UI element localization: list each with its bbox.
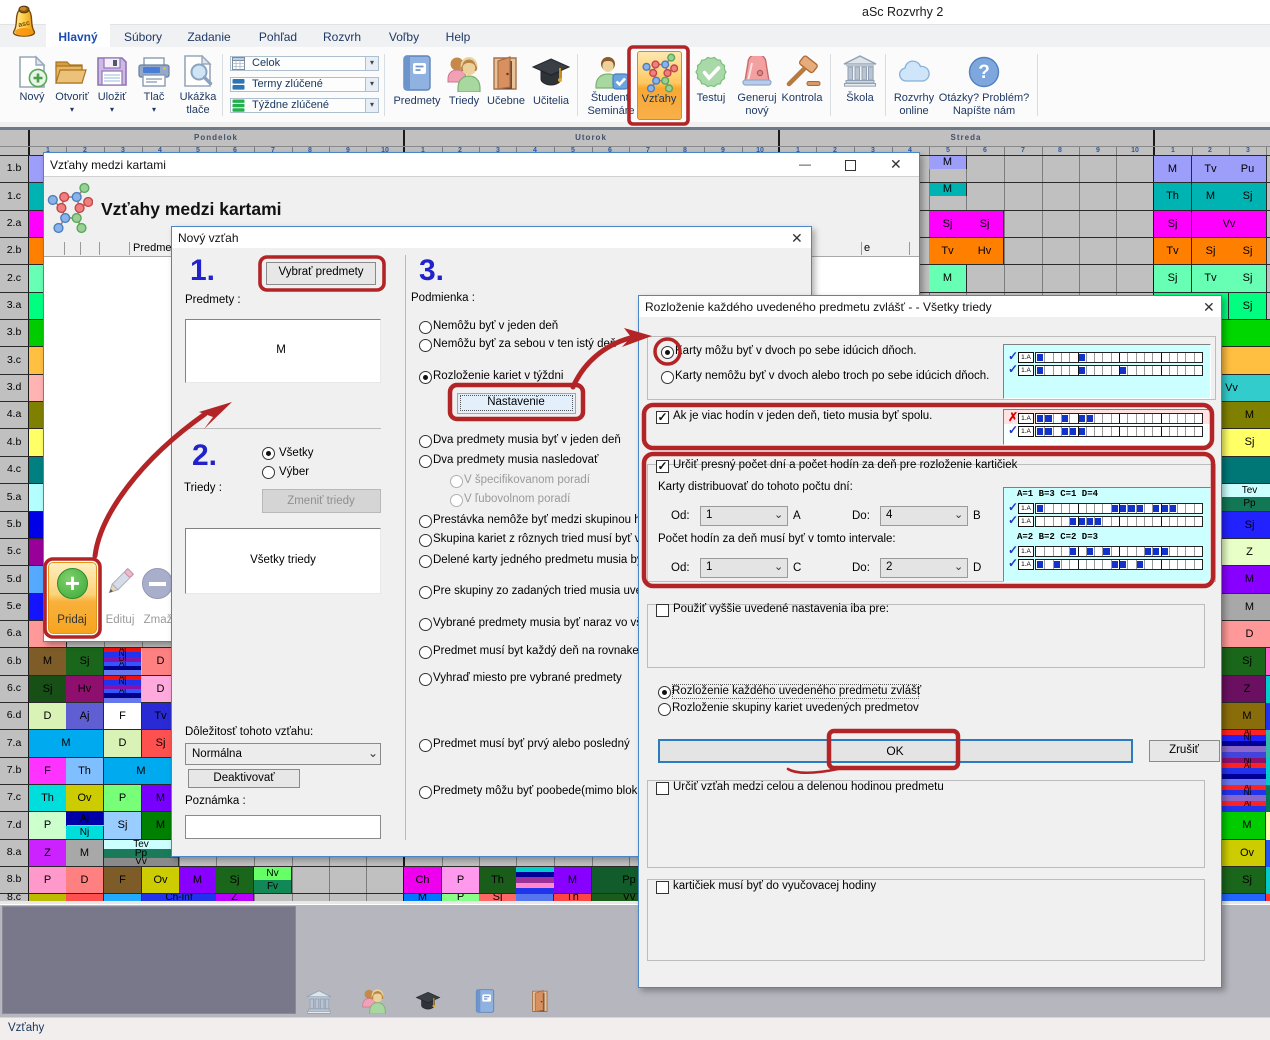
svg-text:?: ? [978, 62, 990, 83]
